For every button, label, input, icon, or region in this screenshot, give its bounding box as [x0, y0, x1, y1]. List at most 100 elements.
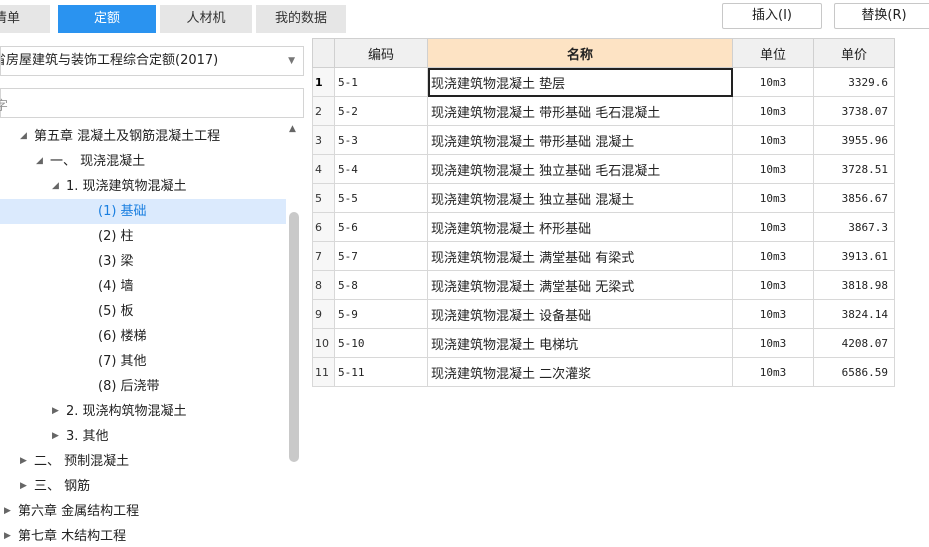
row-number-cell[interactable]: 6	[312, 212, 335, 242]
table-row[interactable]: 11 5-11 现浇建筑物混凝土 二次灌浆 10m3 6586.59	[312, 357, 895, 387]
name-cell[interactable]: 现浇建筑物混凝土 二次灌浆	[427, 357, 733, 387]
unit-cell[interactable]: 10m3	[732, 125, 814, 155]
price-cell[interactable]: 3913.61	[813, 241, 895, 271]
row-number-cell[interactable]: 11	[312, 357, 335, 387]
name-cell[interactable]: 现浇建筑物混凝土 垫层	[427, 67, 733, 97]
tree-node[interactable]: ◢ 1. 现浇建筑物混凝土	[0, 174, 286, 199]
tab-labor-material-machine[interactable]: 人材机	[160, 5, 252, 33]
expand-triangle-icon[interactable]: ▶	[52, 424, 59, 449]
tree-node[interactable]: (8) 后浇带	[0, 374, 286, 399]
tree-scrollbar[interactable]: ▲	[287, 124, 301, 544]
expand-triangle-icon[interactable]: ▶	[20, 474, 27, 499]
price-cell[interactable]: 3856.67	[813, 183, 895, 213]
price-cell[interactable]: 3824.14	[813, 299, 895, 329]
unit-cell[interactable]: 10m3	[732, 328, 814, 358]
collapse-triangle-icon[interactable]: ◢	[20, 124, 27, 149]
row-number-cell[interactable]: 8	[312, 270, 335, 300]
row-number-cell[interactable]: 2	[312, 96, 335, 126]
code-cell[interactable]: 5-1	[334, 67, 428, 97]
tree-node[interactable]: ▶ 二、 预制混凝土	[0, 449, 286, 474]
row-number-cell[interactable]: 4	[312, 154, 335, 184]
price-cell[interactable]: 3329.6	[813, 67, 895, 97]
table-row[interactable]: 3 5-3 现浇建筑物混凝土 带形基础 混凝土 10m3 3955.96	[312, 125, 895, 155]
table-row[interactable]: 9 5-9 现浇建筑物混凝土 设备基础 10m3 3824.14	[312, 299, 895, 329]
price-cell[interactable]: 6586.59	[813, 357, 895, 387]
tree-node[interactable]: ▶ 3. 其他	[0, 424, 286, 449]
unit-cell[interactable]: 10m3	[732, 67, 814, 97]
table-row[interactable]: 10 5-10 现浇建筑物混凝土 电梯坑 10m3 4208.07	[312, 328, 895, 358]
quota-library-select[interactable]: 省房屋建筑与装饰工程综合定额(2017) ▼	[0, 46, 304, 76]
code-cell[interactable]: 5-4	[334, 154, 428, 184]
price-column-header[interactable]: 单价	[813, 38, 895, 68]
row-number-cell[interactable]: 3	[312, 125, 335, 155]
code-cell[interactable]: 5-9	[334, 299, 428, 329]
collapse-triangle-icon[interactable]: ◢	[36, 149, 43, 174]
unit-cell[interactable]: 10m3	[732, 241, 814, 271]
price-cell[interactable]: 4208.07	[813, 328, 895, 358]
expand-triangle-icon[interactable]: ▶	[20, 449, 27, 474]
tree-node[interactable]: ▶ 第七章 木结构工程	[0, 524, 286, 547]
price-cell[interactable]: 3867.3	[813, 212, 895, 242]
name-cell[interactable]: 现浇建筑物混凝土 带形基础 混凝土	[427, 125, 733, 155]
tab-my-data[interactable]: 我的数据	[256, 5, 346, 33]
tab-bill[interactable]: 清单	[0, 5, 50, 33]
name-cell[interactable]: 现浇建筑物混凝土 独立基础 毛石混凝土	[427, 154, 733, 184]
code-cell[interactable]: 5-6	[334, 212, 428, 242]
code-cell[interactable]: 5-2	[334, 96, 428, 126]
expand-triangle-icon[interactable]: ▶	[52, 399, 59, 424]
chevron-down-icon[interactable]: ▼	[288, 47, 295, 75]
unit-column-header[interactable]: 单位	[732, 38, 814, 68]
unit-cell[interactable]: 10m3	[732, 96, 814, 126]
name-cell[interactable]: 现浇建筑物混凝土 设备基础	[427, 299, 733, 329]
table-row[interactable]: 1 5-1 现浇建筑物混凝土 垫层 10m3 3329.6	[312, 67, 895, 97]
unit-cell[interactable]: 10m3	[732, 299, 814, 329]
tree-node[interactable]: ▶ 三、 钢筋	[0, 474, 286, 499]
tree-node[interactable]: (5) 板	[0, 299, 286, 324]
price-cell[interactable]: 3955.96	[813, 125, 895, 155]
code-cell[interactable]: 5-5	[334, 183, 428, 213]
name-cell[interactable]: 现浇建筑物混凝土 独立基础 混凝土	[427, 183, 733, 213]
tree-node[interactable]: ◢ 一、 现浇混凝土	[0, 149, 286, 174]
insert-button[interactable]: 插入(I)	[722, 3, 822, 29]
unit-cell[interactable]: 10m3	[732, 154, 814, 184]
tree-node[interactable]: (1) 基础	[0, 199, 286, 224]
search-input[interactable]: 字	[0, 88, 304, 118]
unit-cell[interactable]: 10m3	[732, 183, 814, 213]
expand-triangle-icon[interactable]: ▶	[4, 524, 11, 547]
row-number-cell[interactable]: 9	[312, 299, 335, 329]
scroll-up-icon[interactable]: ▲	[289, 124, 296, 134]
tree-node[interactable]: (6) 楼梯	[0, 324, 286, 349]
name-cell[interactable]: 现浇建筑物混凝土 满堂基础 无梁式	[427, 270, 733, 300]
row-number-cell[interactable]: 1	[312, 67, 335, 97]
price-cell[interactable]: 3728.51	[813, 154, 895, 184]
tree-node[interactable]: ▶ 第六章 金属结构工程	[0, 499, 286, 524]
table-row[interactable]: 4 5-4 现浇建筑物混凝土 独立基础 毛石混凝土 10m3 3728.51	[312, 154, 895, 184]
name-cell[interactable]: 现浇建筑物混凝土 电梯坑	[427, 328, 733, 358]
code-cell[interactable]: 5-10	[334, 328, 428, 358]
code-column-header[interactable]: 编码	[334, 38, 428, 68]
code-cell[interactable]: 5-7	[334, 241, 428, 271]
name-cell[interactable]: 现浇建筑物混凝土 带形基础 毛石混凝土	[427, 96, 733, 126]
name-cell[interactable]: 现浇建筑物混凝土 满堂基础 有梁式	[427, 241, 733, 271]
price-cell[interactable]: 3738.07	[813, 96, 895, 126]
tree-node[interactable]: (4) 墙	[0, 274, 286, 299]
expand-triangle-icon[interactable]: ▶	[4, 499, 11, 524]
unit-cell[interactable]: 10m3	[732, 357, 814, 387]
code-cell[interactable]: 5-8	[334, 270, 428, 300]
tree-node[interactable]: (7) 其他	[0, 349, 286, 374]
tree-node[interactable]: ▶ 2. 现浇构筑物混凝土	[0, 399, 286, 424]
unit-cell[interactable]: 10m3	[732, 270, 814, 300]
unit-cell[interactable]: 10m3	[732, 212, 814, 242]
collapse-triangle-icon[interactable]: ◢	[52, 174, 59, 199]
row-number-cell[interactable]: 7	[312, 241, 335, 271]
row-number-cell[interactable]: 10	[312, 328, 335, 358]
code-cell[interactable]: 5-3	[334, 125, 428, 155]
table-row[interactable]: 2 5-2 现浇建筑物混凝土 带形基础 毛石混凝土 10m3 3738.07	[312, 96, 895, 126]
table-row[interactable]: 8 5-8 现浇建筑物混凝土 满堂基础 无梁式 10m3 3818.98	[312, 270, 895, 300]
price-cell[interactable]: 3818.98	[813, 270, 895, 300]
row-number-cell[interactable]: 5	[312, 183, 335, 213]
table-row[interactable]: 5 5-5 现浇建筑物混凝土 独立基础 混凝土 10m3 3856.67	[312, 183, 895, 213]
tree-node[interactable]: ◢ 第五章 混凝土及钢筋混凝土工程	[0, 124, 286, 149]
code-cell[interactable]: 5-11	[334, 357, 428, 387]
tree-node[interactable]: (2) 柱	[0, 224, 286, 249]
